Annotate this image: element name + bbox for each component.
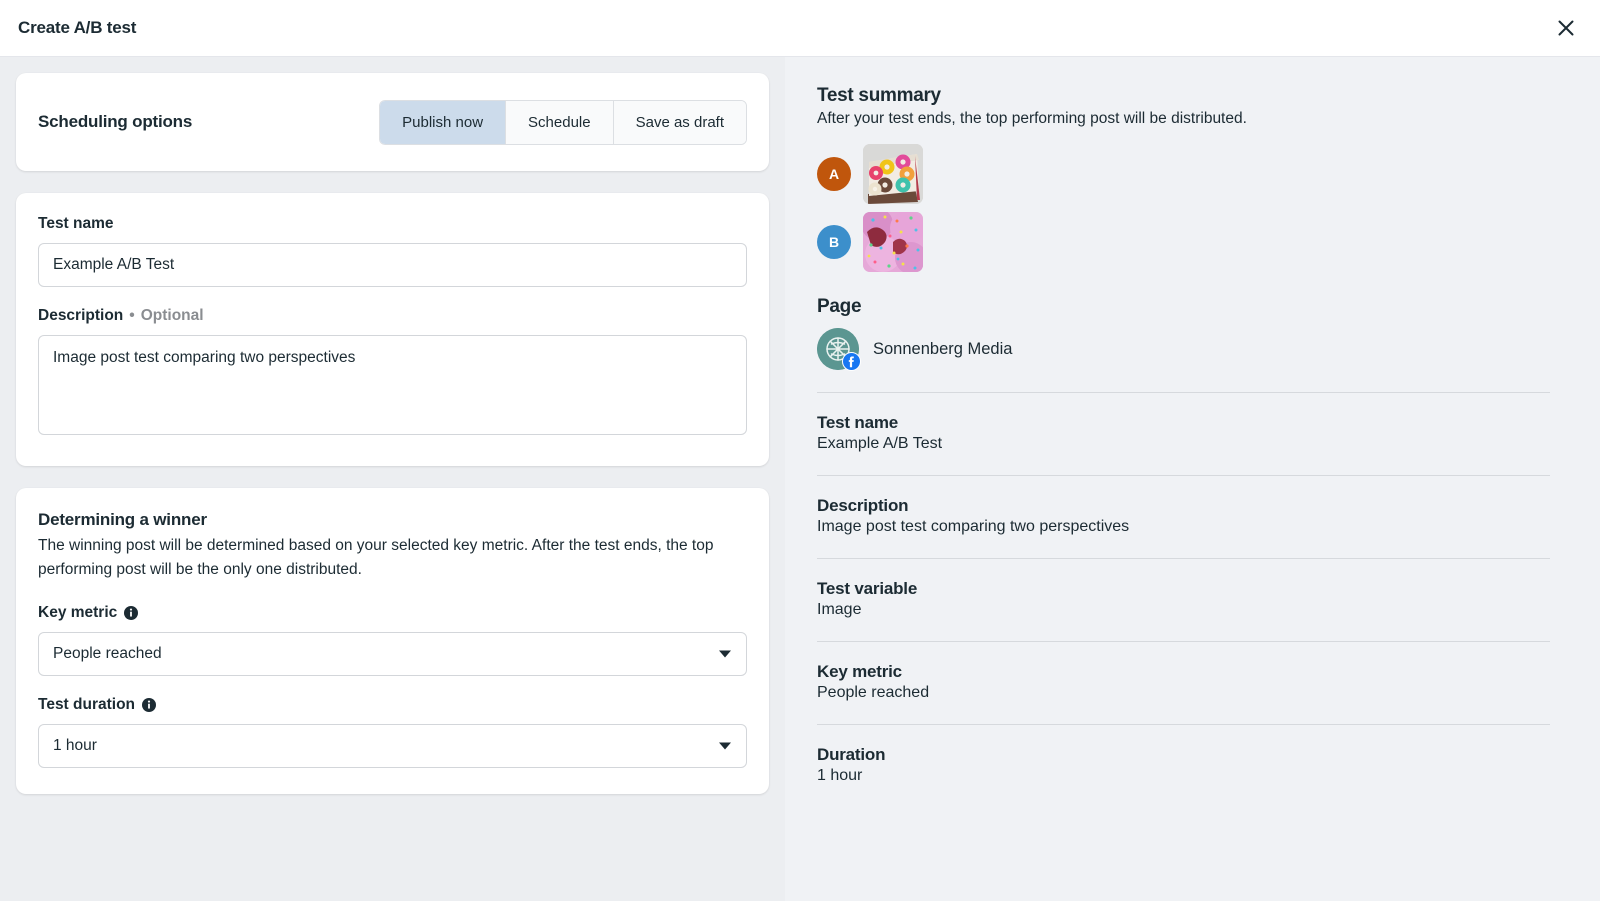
variant-thumbnail-b[interactable]	[863, 212, 923, 272]
summary-item-value: Image	[817, 601, 1550, 619]
description-label-separator: •	[129, 307, 134, 325]
test-duration-select-wrapper: 1 hour	[38, 724, 747, 768]
info-icon[interactable]	[124, 606, 138, 620]
variant-badge-a: A	[817, 157, 851, 191]
key-metric-label-text: Key metric	[38, 604, 117, 622]
variant-row: B	[817, 212, 1550, 272]
variant-badge-b: B	[817, 225, 851, 259]
avatar	[817, 328, 859, 370]
info-icon[interactable]	[142, 698, 156, 712]
test-summary-subtitle: After your test ends, the top performing…	[817, 110, 1550, 128]
page-block: Page	[817, 296, 1550, 370]
description-textarea[interactable]	[38, 335, 747, 435]
key-metric-label: Key metric	[38, 604, 747, 622]
key-metric-select-wrapper: People reached	[38, 632, 747, 676]
determining-winner-description: The winning post will be determined base…	[38, 534, 747, 582]
test-name-input[interactable]	[38, 243, 747, 287]
test-duration-select[interactable]: 1 hour	[38, 724, 747, 768]
page-name: Sonnenberg Media	[873, 340, 1012, 359]
close-icon	[1556, 18, 1576, 38]
page-title: Create A/B test	[18, 18, 136, 38]
publish-now-button[interactable]: Publish now	[380, 101, 506, 144]
facebook-icon	[842, 352, 861, 371]
modal-body: Scheduling options Publish now Schedule …	[0, 57, 1600, 901]
close-button[interactable]	[1548, 10, 1584, 46]
description-label-text: Description	[38, 307, 123, 325]
test-summary-title: Test summary	[817, 85, 1550, 107]
summary-item-test-variable: Test variable Image	[817, 559, 1550, 619]
left-pane: Scheduling options Publish now Schedule …	[0, 57, 785, 901]
summary-item-test-name: Test name Example A/B Test	[817, 393, 1550, 453]
test-name-label: Test name	[38, 215, 747, 233]
scheduling-options-card: Scheduling options Publish now Schedule …	[16, 73, 769, 171]
key-metric-select[interactable]: People reached	[38, 632, 747, 676]
summary-item-label: Test name	[817, 413, 1550, 433]
test-name-field-block: Test name	[38, 215, 747, 287]
summary-item-label: Test variable	[817, 579, 1550, 599]
test-duration-label-text: Test duration	[38, 696, 135, 714]
page-row[interactable]: Sonnenberg Media	[817, 328, 1550, 370]
summary-item-value: Example A/B Test	[817, 435, 1550, 453]
scheduling-segmented-control: Publish now Schedule Save as draft	[379, 100, 747, 145]
summary-item-value: Image post test comparing two perspectiv…	[817, 518, 1550, 536]
summary-item-description: Description Image post test comparing tw…	[817, 476, 1550, 536]
variant-thumbnail-a[interactable]	[863, 144, 923, 204]
summary-item-value: 1 hour	[817, 767, 1550, 785]
description-label: Description • Optional	[38, 307, 747, 325]
summary-item-value: People reached	[817, 684, 1550, 702]
test-duration-label: Test duration	[38, 696, 747, 714]
summary-item-duration: Duration 1 hour	[817, 725, 1550, 785]
test-details-card: Test name Description • Optional	[16, 193, 769, 466]
test-summary-pane: Test summary After your test ends, the t…	[785, 57, 1600, 901]
page-section-label: Page	[817, 296, 1550, 318]
summary-item-label: Duration	[817, 745, 1550, 765]
summary-item-key-metric: Key metric People reached	[817, 642, 1550, 702]
summary-item-label: Description	[817, 496, 1550, 516]
description-optional-text: Optional	[141, 307, 204, 325]
modal-header: Create A/B test	[0, 0, 1600, 57]
key-metric-field-block: Key metric People reached	[38, 604, 747, 676]
description-field-block: Description • Optional	[38, 307, 747, 440]
schedule-button[interactable]: Schedule	[506, 101, 614, 144]
save-as-draft-button[interactable]: Save as draft	[614, 101, 746, 144]
scheduling-options-title: Scheduling options	[38, 112, 192, 132]
test-duration-field-block: Test duration 1 hour	[38, 696, 747, 768]
variant-row: A	[817, 144, 1550, 204]
summary-item-label: Key metric	[817, 662, 1550, 682]
determining-winner-card: Determining a winner The winning post wi…	[16, 488, 769, 794]
determining-winner-title: Determining a winner	[38, 510, 747, 530]
